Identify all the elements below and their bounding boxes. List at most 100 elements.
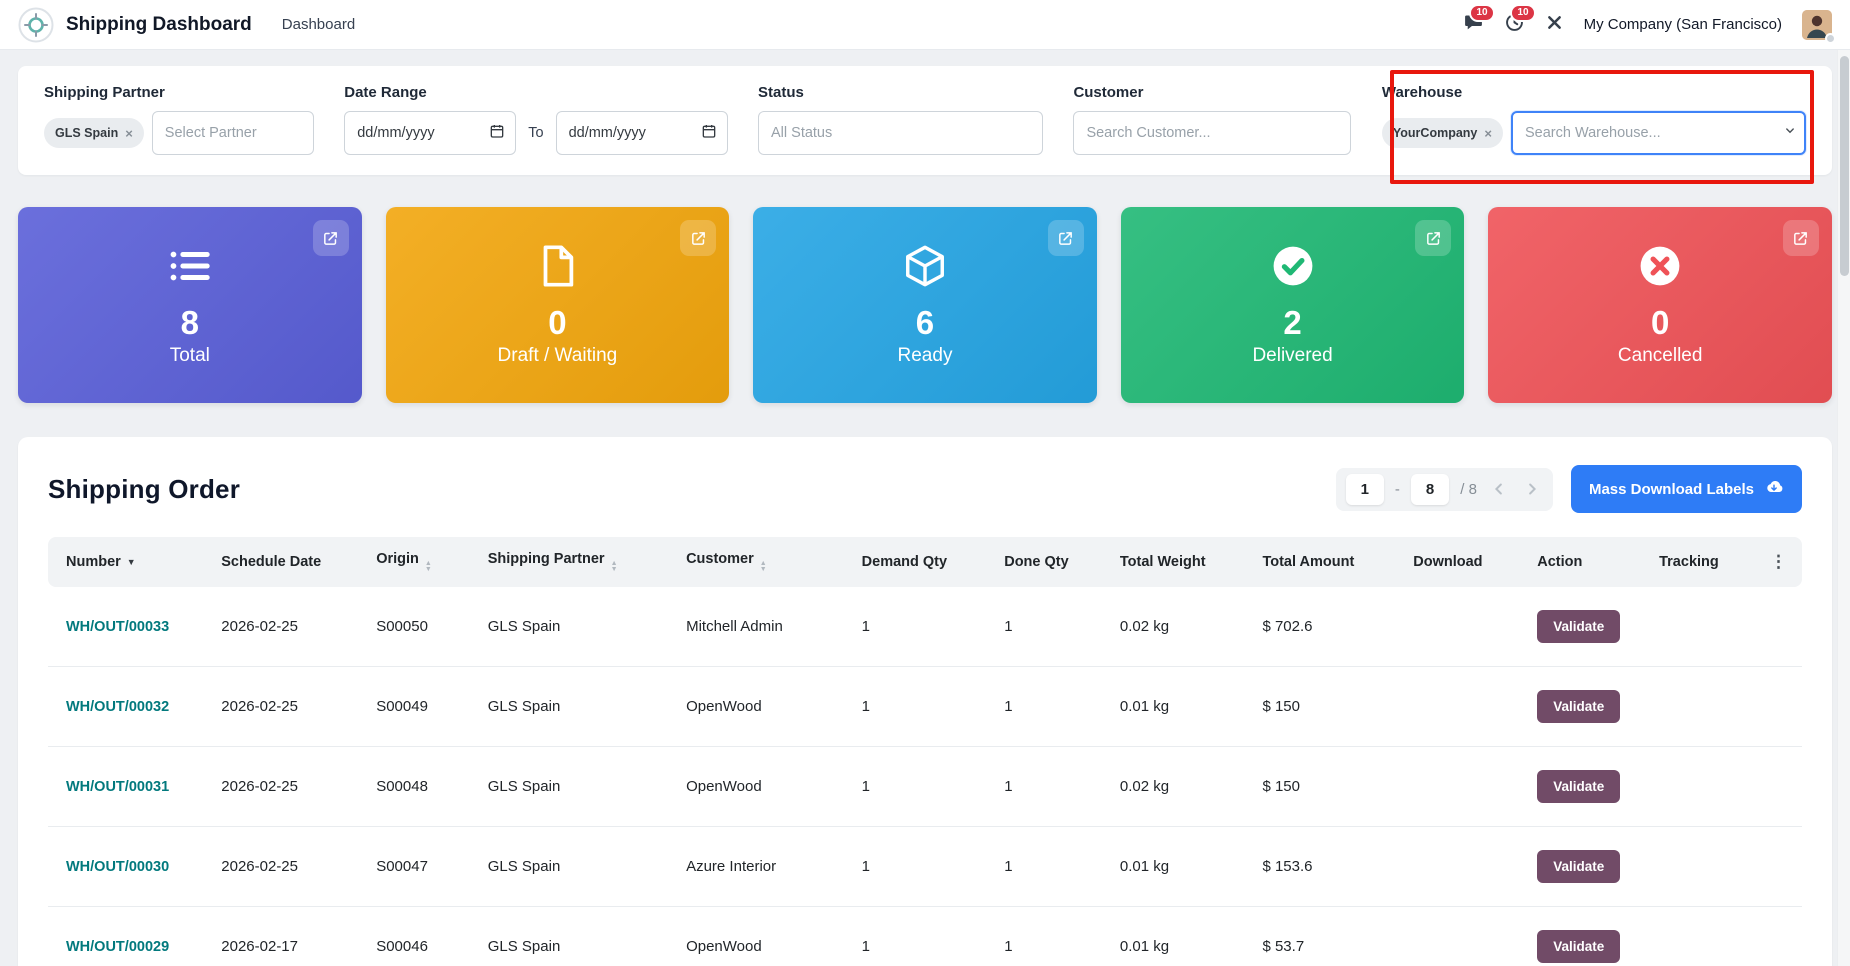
download-cell <box>1405 906 1530 966</box>
done-qty-cell: 1 <box>996 746 1112 827</box>
stat-card-draft-waiting[interactable]: 0 Draft / Waiting <box>385 207 730 403</box>
activities-button[interactable]: 10 <box>1504 3 1536 38</box>
done-qty-cell: 1 <box>996 587 1112 667</box>
tracking-cell <box>1651 906 1751 966</box>
table-row: WH/OUT/00030 2026-02-25 S00047 GLS Spain Azu… <box>48 826 1802 907</box>
col-done-qty: Done Qty <box>996 537 1112 587</box>
origin-cell: S00047 <box>368 826 480 907</box>
check-circle-icon <box>1270 243 1316 294</box>
col-total-amount: Total Amount <box>1254 537 1406 587</box>
messages-button[interactable]: 10 <box>1463 3 1495 38</box>
validate-button[interactable]: Validate <box>1537 770 1621 803</box>
shipping-partner-input[interactable] <box>151 111 314 155</box>
table-row: WH/OUT/00033 2026-02-25 S00050 GLS Spain Mit… <box>48 587 1802 667</box>
stats-row: 8 Total 0 Draft / Waiting 6 Ready 2 Deli… <box>18 207 1832 403</box>
external-link-icon[interactable] <box>1047 220 1084 256</box>
shipping-partner-cell: GLS Spain <box>479 746 679 827</box>
top-navbar: Shipping Dashboard Dashboard 10 10 My Co… <box>0 0 1850 50</box>
table-header-row: Number ▼ Schedule Date Origin ▲ ▼ Shipping … <box>48 537 1802 587</box>
col-origin[interactable]: Origin ▲ ▼ <box>368 537 480 587</box>
col-number[interactable]: Number ▼ <box>48 537 214 587</box>
download-cell <box>1405 666 1530 747</box>
company-name[interactable]: My Company (San Francisco) <box>1584 16 1782 33</box>
user-avatar[interactable] <box>1802 9 1836 44</box>
stat-card-cancelled[interactable]: 0 Cancelled <box>1488 207 1832 403</box>
stat-card-delivered[interactable]: 2 Delivered <box>1120 207 1465 403</box>
date-from-input[interactable]: dd/mm/yyyy <box>344 111 517 155</box>
order-number-link[interactable]: WH/OUT/00031 <box>66 779 169 795</box>
calendar-icon <box>489 123 505 144</box>
origin-cell: S00046 <box>368 906 480 966</box>
scrollbar-thumb[interactable] <box>1840 56 1849 276</box>
row-options-cell <box>1750 826 1802 907</box>
validate-button[interactable]: Validate <box>1537 610 1621 643</box>
done-qty-cell: 1 <box>996 906 1112 966</box>
filter-status: Status <box>758 84 1043 155</box>
stat-card-total[interactable]: 8 Total <box>18 207 362 403</box>
developer-tools-icon[interactable] <box>1545 13 1564 37</box>
stat-label: Draft / Waiting <box>497 345 618 367</box>
stat-label: Cancelled <box>1617 345 1703 367</box>
total-amount-cell: $ 153.6 <box>1254 826 1406 907</box>
order-number-link[interactable]: WH/OUT/00030 <box>66 859 169 875</box>
pagination-start[interactable]: 1 <box>1345 473 1384 505</box>
filter-label: Warehouse <box>1381 84 1463 101</box>
validate-button[interactable]: Validate <box>1537 930 1621 963</box>
warehouse-tag: YourCompany × <box>1381 118 1503 148</box>
external-link-icon[interactable] <box>1415 220 1452 256</box>
row-options-cell <box>1750 906 1802 966</box>
status-input[interactable] <box>758 111 1043 155</box>
customer-cell: OpenWood <box>678 666 854 747</box>
chat-bubble-icon <box>1463 15 1484 37</box>
sort-desc-icon: ▼ <box>126 557 136 567</box>
order-number-link[interactable]: WH/OUT/00032 <box>66 699 169 715</box>
total-weight-cell: 0.01 kg <box>1111 666 1255 747</box>
external-link-icon[interactable] <box>680 220 717 256</box>
external-link-icon[interactable] <box>1782 220 1819 256</box>
cloud-download-icon <box>1764 477 1784 501</box>
validate-button[interactable]: Validate <box>1537 850 1621 883</box>
customer-search-input[interactable] <box>1073 111 1352 155</box>
customer-cell: OpenWood <box>678 746 854 827</box>
filters-bar: Shipping Partner GLS Spain × Date Range … <box>18 66 1832 175</box>
filter-shipping-partner: Shipping Partner GLS Spain × <box>44 84 314 155</box>
menu-item-dashboard[interactable]: Dashboard <box>282 16 355 33</box>
pagination-end[interactable]: 8 <box>1410 473 1450 505</box>
order-number-cell: WH/OUT/00032 <box>48 666 214 747</box>
row-options-cell <box>1750 746 1802 827</box>
mass-download-labels-button[interactable]: Mass Download Labels <box>1570 465 1802 513</box>
filter-label: Date Range <box>344 84 427 101</box>
order-number-link[interactable]: WH/OUT/00029 <box>66 939 169 955</box>
customer-cell: Azure Interior <box>678 826 854 907</box>
stat-card-ready[interactable]: 6 Ready <box>753 207 1097 403</box>
col-customer[interactable]: Customer ▲ ▼ <box>678 537 854 587</box>
date-to-input[interactable]: dd/mm/yyyy <box>555 111 728 155</box>
calendar-icon <box>701 123 717 144</box>
schedule-date-cell: 2026-02-25 <box>213 746 369 827</box>
shipping-order-panel: Shipping Order 1 - 8 / 8 Mass Download L… <box>18 437 1832 966</box>
validate-button[interactable]: Validate <box>1537 690 1621 723</box>
app-logo-icon[interactable] <box>18 7 54 43</box>
total-weight-cell: 0.02 kg <box>1111 587 1255 667</box>
shipping-partner-tag: GLS Spain × <box>44 118 144 148</box>
column-options-button[interactable]: ⋮ <box>1750 537 1802 587</box>
chevron-right-icon[interactable] <box>1521 480 1543 498</box>
pagination-total: / 8 <box>1460 480 1477 498</box>
chevron-left-icon[interactable] <box>1488 480 1510 498</box>
demand-qty-cell: 1 <box>853 826 997 907</box>
remove-tag-icon[interactable]: × <box>125 127 133 140</box>
stat-value: 0 <box>548 303 567 341</box>
remove-tag-icon[interactable]: × <box>1484 127 1492 140</box>
col-shipping-partner[interactable]: Shipping Partner ▲ ▼ <box>479 537 679 587</box>
warehouse-search-input[interactable] <box>1510 111 1806 155</box>
shipping-partner-cell: GLS Spain <box>479 826 679 907</box>
external-link-icon[interactable] <box>312 220 349 256</box>
order-number-link[interactable]: WH/OUT/00033 <box>66 619 169 635</box>
col-total-weight: Total Weight <box>1111 537 1255 587</box>
origin-cell: S00049 <box>368 666 480 747</box>
done-qty-cell: 1 <box>996 666 1112 747</box>
scrollbar-track <box>1837 50 1850 966</box>
order-number-cell: WH/OUT/00031 <box>48 746 214 827</box>
page-title: Shipping Dashboard <box>66 13 252 35</box>
filter-label: Customer <box>1073 84 1144 101</box>
